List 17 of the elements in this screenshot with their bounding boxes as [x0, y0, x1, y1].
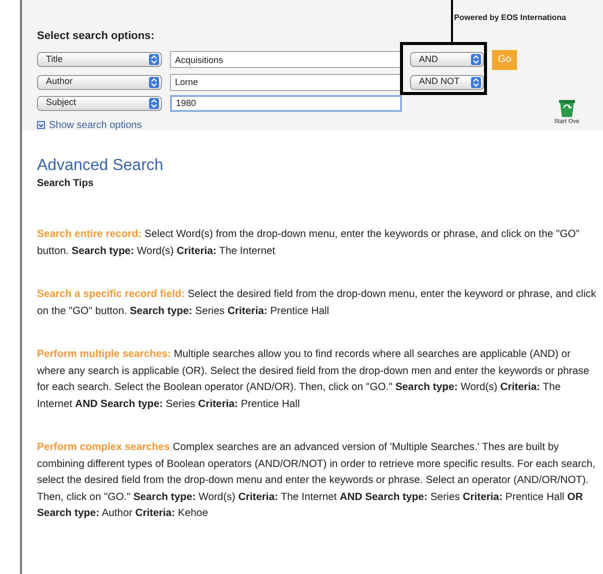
tip-paragraph: Perform multiple searches: Multiple searches allow you to find records where all searches are applicable (AND) or where any search is applicable (OR). Select the desired field from the drop-down men and enter the keywords or phrase for each search. Select the Boolean operator (AND/OR). Then, click on "GO." Search type: Word(s) Criteria: The Internet AND Search type: Series Criteria: Prentice Hall [37, 348, 590, 412]
section-title: Select search options: [37, 29, 156, 44]
search-field[interactable]: Acquisitions [170, 51, 402, 68]
tip-paragraph: Search entire record: Select Word(s) from the drop-down menu, enter the keywords or phrase, and click on the "GO" button. Search type: Word(s) Criteria: The Internet [37, 228, 581, 258]
search-field[interactable]: Lorne [170, 74, 402, 90]
page-heading: Advanced Search [37, 156, 164, 176]
tip-paragraph: Search a specific record field: Select the desired field from the drop-down menu, enter the keyword or phrase, and click on the "GO" button. Search type: Series Criteria: Prentice Hall [37, 288, 597, 318]
dropdown-select[interactable]: Subject [37, 96, 162, 110]
dropdown-select[interactable]: Author [37, 74, 162, 90]
tip-paragraph: Perform complex searches Complex searches are an advanced version of 'Multiple Searches.' Thes are built by combining different types of Boolean operators (AND/OR/NOT) in order to retrieve more specific results. For each search, select the desired field from the drop-down menu and enter the keywords or phrase. Select an operator (AND/OR/NOT). Then, click on "GO." Search type: Word(s) Criteria: The Internet AND Search type: Series Criteria: Prentice Hall OR Search type: Author Criteria: Kehoe [37, 441, 596, 521]
search-field[interactable]: 1980 [170, 94, 402, 112]
dropdown-select[interactable]: AND [410, 52, 484, 67]
powered-by-text: Powered by EOS Internationa [454, 12, 566, 24]
dropdown-select[interactable]: Title [37, 52, 162, 67]
subheading: Search Tips [37, 177, 95, 191]
show-options-link[interactable]: Show search options [49, 118, 142, 132]
dropdown-select[interactable]: AND NOT [410, 74, 484, 90]
